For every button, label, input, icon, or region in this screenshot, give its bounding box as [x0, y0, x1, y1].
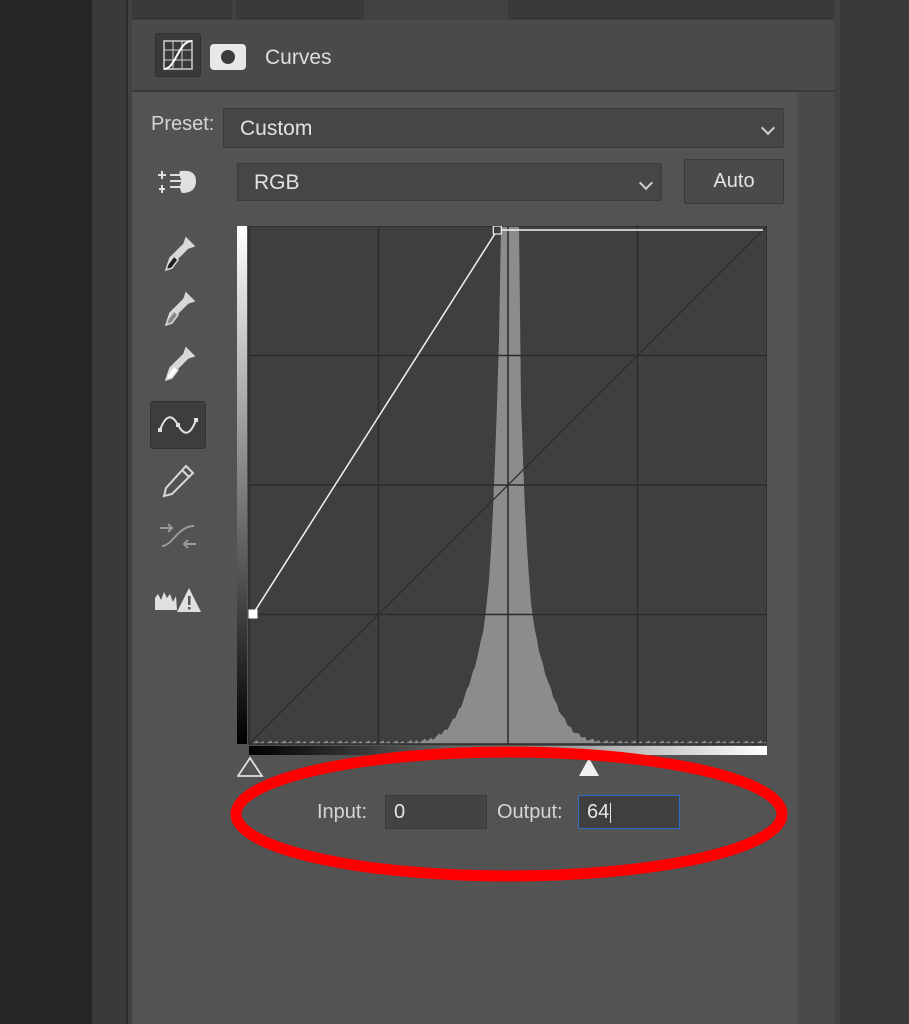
channel-select[interactable]: RGB: [237, 163, 662, 201]
smooth-curve-icon: [160, 523, 196, 549]
dock-gutter: [92, 0, 126, 1024]
chevron-down-icon: [638, 175, 654, 191]
black-point-eyedropper-icon: [164, 236, 196, 272]
preset-value: Custom: [240, 117, 313, 140]
panel-tab[interactable]: [236, 0, 364, 19]
input-sliders: [237, 756, 599, 777]
auto-button[interactable]: Auto: [684, 159, 784, 204]
dock-gutter-right: [840, 0, 909, 1024]
curve-point[interactable]: [492, 226, 502, 235]
curve-points-tool[interactable]: [150, 401, 206, 449]
workspace-left: [0, 0, 92, 1024]
curve-points-icon: [158, 416, 198, 434]
preset-select[interactable]: Custom: [223, 108, 784, 148]
panel-title: Curves: [265, 46, 332, 69]
chevron-down-icon: [760, 120, 776, 136]
curves-graph[interactable]: [237, 226, 767, 756]
output-value: 64: [587, 801, 610, 823]
gray-point-eyedropper-icon: [164, 291, 196, 327]
black-input-slider[interactable]: [237, 756, 264, 777]
on-image-adjust-tool[interactable]: [150, 158, 206, 206]
black-eyedropper-tool[interactable]: [150, 230, 206, 278]
output-gradient-bar: [237, 226, 247, 744]
smooth-curve-tool: [150, 512, 206, 560]
clipping-warning-tool[interactable]: [150, 575, 206, 623]
pencil-tool[interactable]: [150, 457, 206, 505]
output-field[interactable]: 64: [578, 795, 680, 829]
panel-tab[interactable]: [508, 0, 834, 19]
input-field[interactable]: 0: [385, 795, 487, 829]
pencil-icon: [162, 464, 195, 498]
white-input-slider[interactable]: [579, 758, 599, 776]
clipping-warning-icon: [155, 588, 201, 612]
layer-mask-icon[interactable]: [210, 44, 246, 70]
channel-value: RGB: [254, 171, 300, 194]
output-label: Output:: [497, 801, 563, 823]
on-image-adjust-icon: [158, 170, 196, 193]
white-eyedropper-tool[interactable]: [150, 340, 206, 388]
gray-eyedropper-tool[interactable]: [150, 285, 206, 333]
input-label: Input:: [317, 801, 368, 823]
preset-label: Preset:: [151, 113, 215, 135]
curves-adjustment-icon[interactable]: [155, 33, 201, 77]
scrollbar-track[interactable]: [797, 92, 834, 1024]
text-caret: [610, 802, 612, 823]
white-point-eyedropper-icon: [164, 346, 196, 382]
panel-tab[interactable]: [132, 0, 232, 19]
curve-point-selected[interactable]: [248, 609, 258, 619]
